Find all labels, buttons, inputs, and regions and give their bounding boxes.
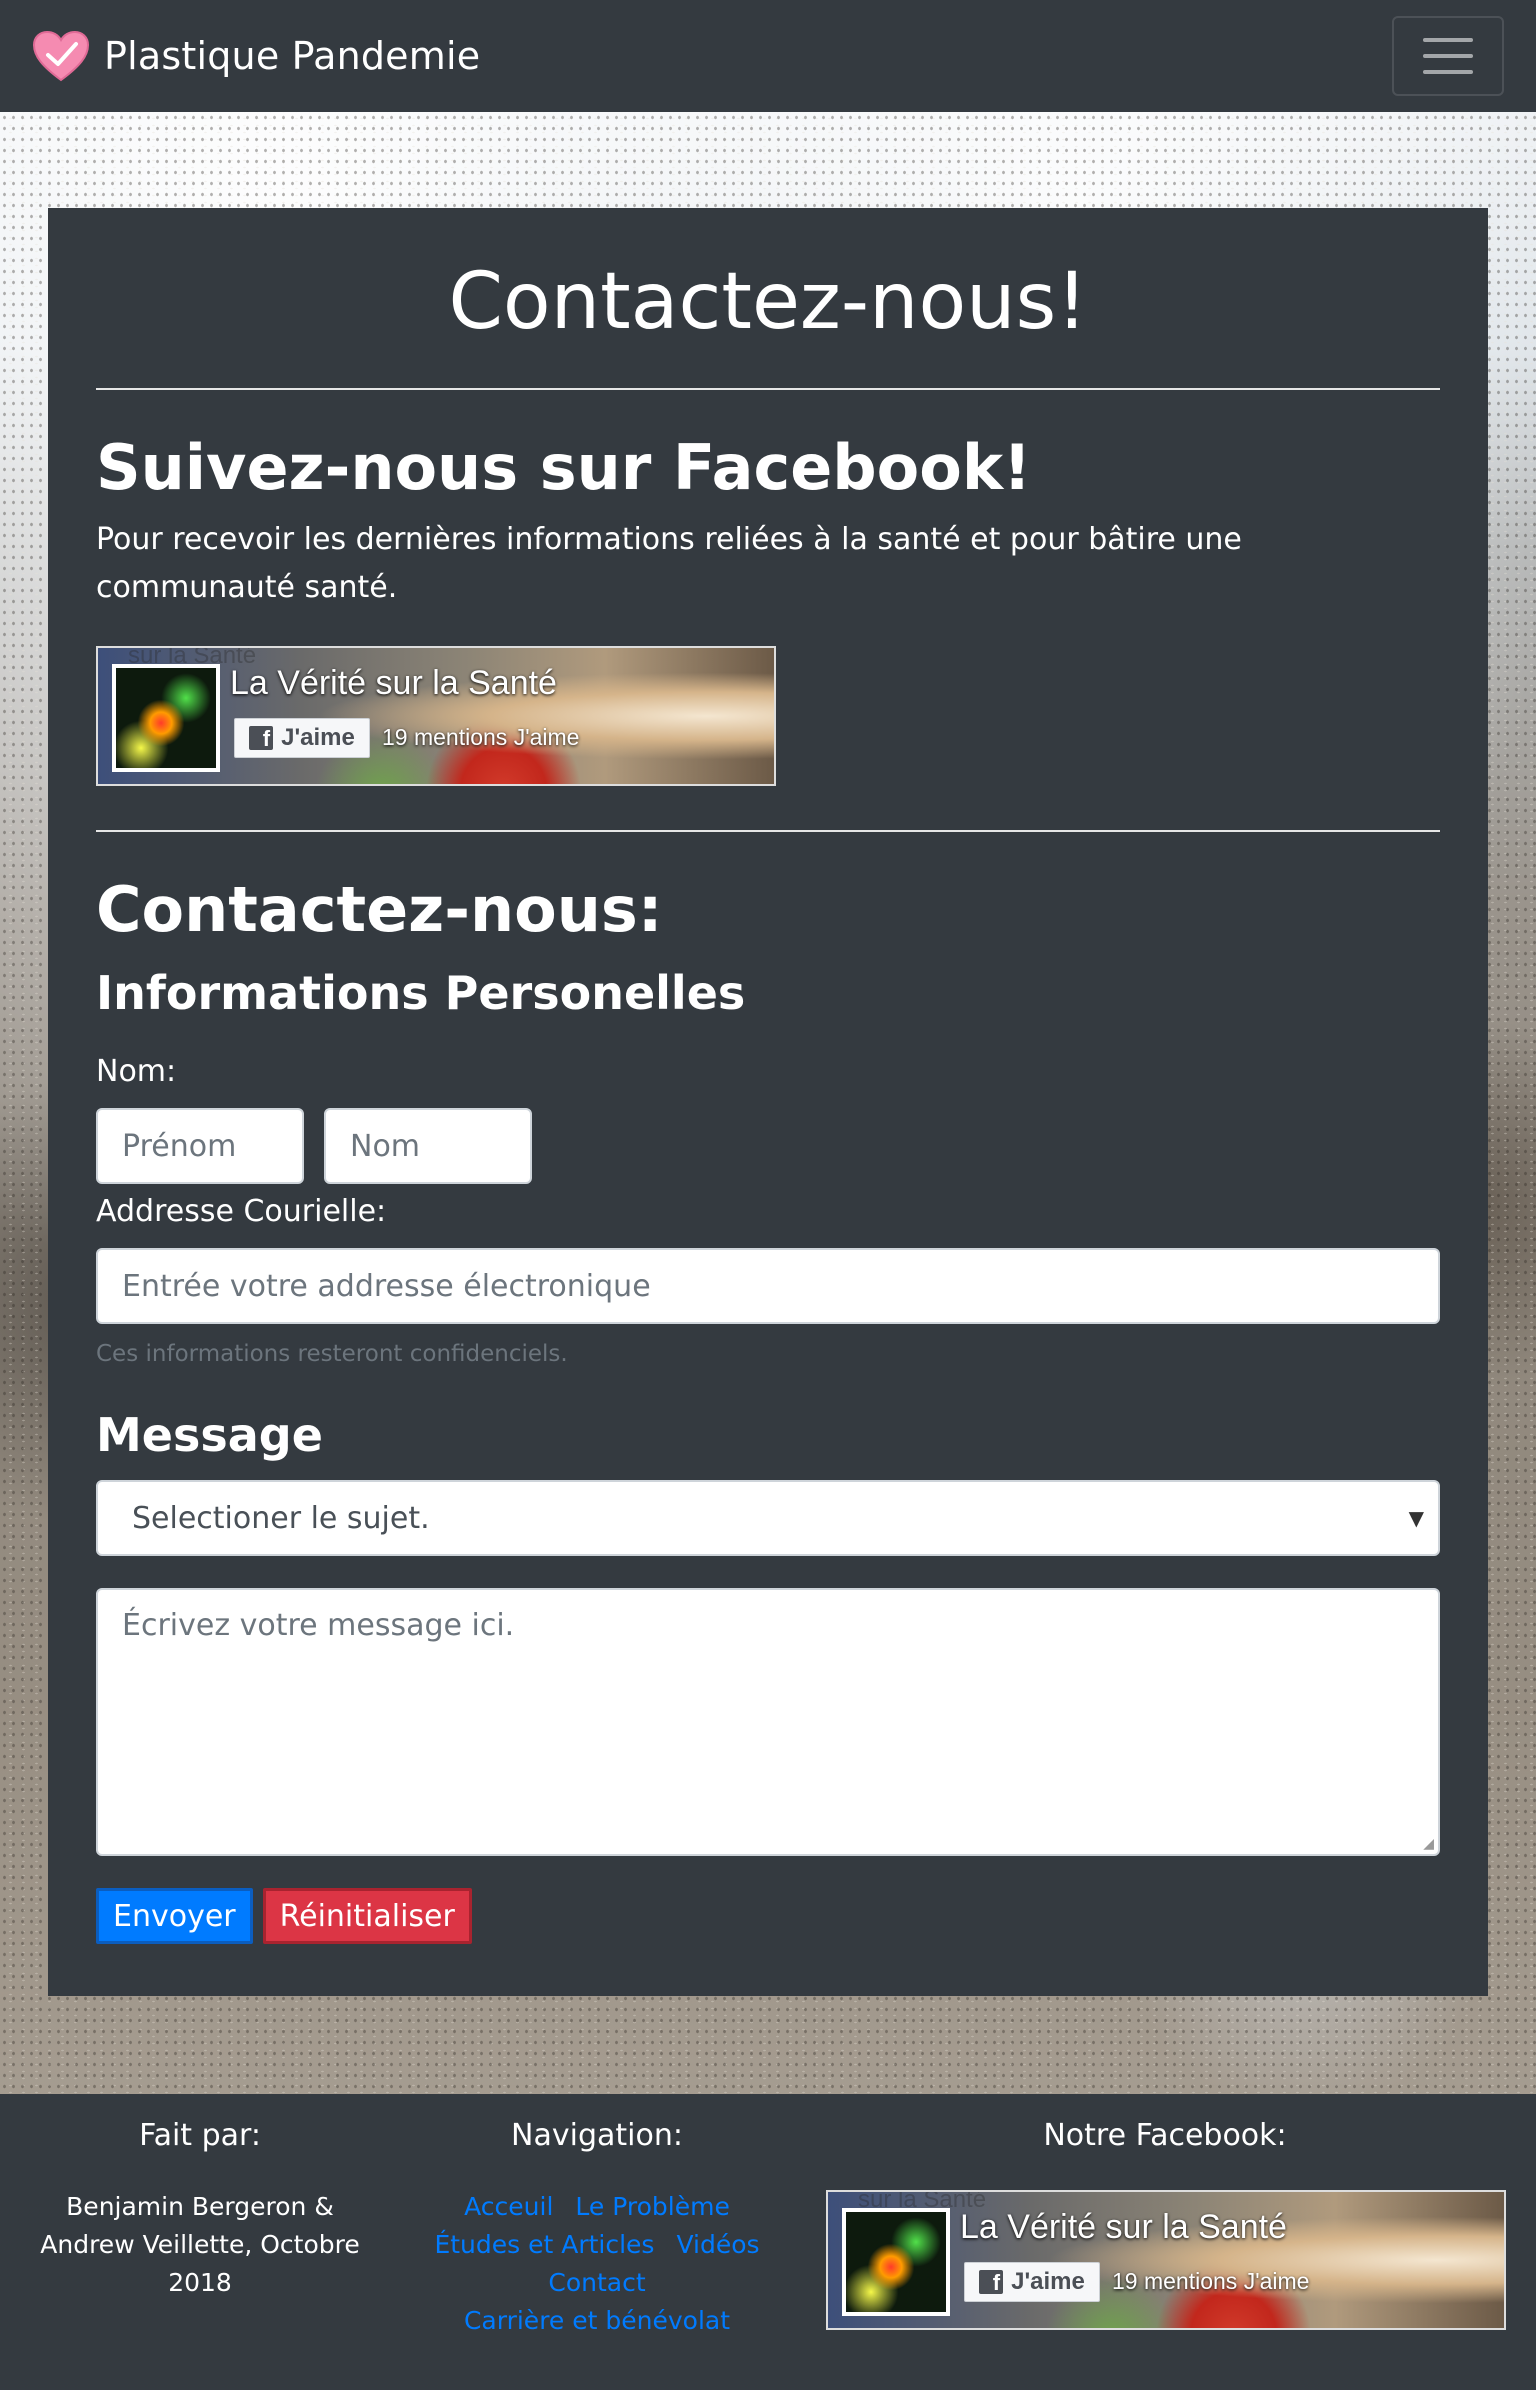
firstname-placeholder: Prénom [122, 1128, 237, 1164]
caret-down-icon: ▼ [1408, 1506, 1424, 1530]
form-buttons: Envoyer Réinitialiser [96, 1888, 1440, 1944]
like-label: J'aime [281, 724, 355, 751]
firstname-input[interactable]: Prénom [96, 1108, 304, 1184]
email-help-text: Ces informations resteront confidenciels… [96, 1341, 568, 1367]
footer-facebook-heading: Notre Facebook: [1043, 2118, 1287, 2153]
facebook-page-thumbnail[interactable] [112, 664, 220, 772]
footer-link-carriere[interactable]: Carrière et bénévolat [464, 2306, 730, 2335]
hamburger-icon [1423, 54, 1473, 58]
contact-card: Contactez-nous! Suivez-nous sur Facebook… [48, 208, 1488, 1996]
facebook-icon: f [249, 726, 274, 750]
submit-button[interactable]: Envoyer [96, 1888, 253, 1944]
lastname-input[interactable]: Nom [324, 1108, 532, 1184]
credits-text: Benjamin Bergeron & Andrew Veillette, Oc… [40, 2192, 360, 2297]
footer-credits-column: Fait par: Benjamin Bergeron & Andrew Vei… [0, 2094, 400, 2302]
facebook-description: Pour recevoir les dernières informations… [96, 522, 1242, 605]
facebook-page-thumbnail[interactable] [842, 2208, 950, 2316]
contact-heading: Contactez-nous: [96, 873, 663, 946]
page-title: Contactez-nous! [448, 257, 1088, 347]
likes-count: 19 mentions J'aime [1112, 2268, 1310, 2294]
facebook-heading: Suivez-nous sur Facebook! [96, 431, 1032, 504]
message-textarea[interactable]: Écrivez votre message ici. ◢ [96, 1588, 1440, 1856]
nav-heading: Navigation: [511, 2118, 683, 2153]
email-label: Addresse Courielle: [96, 1194, 387, 1229]
divider [96, 388, 1440, 390]
footer-link-etudes[interactable]: Études et Articles [434, 2230, 654, 2259]
brand[interactable]: Plastique Pandemie [32, 30, 480, 82]
email-placeholder: Entrée votre addresse électronique [122, 1268, 651, 1304]
menu-toggle-button[interactable] [1392, 16, 1504, 96]
facebook-like-button[interactable]: f J'aime [234, 718, 370, 758]
message-placeholder: Écrivez votre message ici. [122, 1608, 515, 1643]
name-label: Nom: [96, 1054, 177, 1089]
footer-nav-column: Navigation: Acceuil Le Problème Études et… [400, 2094, 794, 2340]
footer-facebook-widget[interactable]: sur la Santé La Vérité sur la Santé f J'… [826, 2190, 1506, 2330]
footer-link-accueil[interactable]: Acceuil [464, 2192, 553, 2221]
resize-handle-icon[interactable]: ◢ [1423, 1836, 1434, 1852]
facebook-page-widget[interactable]: sur la Santé La Vérité sur la Santé f J'… [96, 646, 776, 786]
email-input[interactable]: Entrée votre addresse électronique [96, 1248, 1440, 1324]
facebook-like-button[interactable]: f J'aime [964, 2262, 1100, 2302]
hamburger-icon [1423, 70, 1473, 74]
subject-selected: Selectioner le sujet. [132, 1500, 430, 1536]
footer-link-probleme[interactable]: Le Problème [575, 2192, 729, 2221]
footer-link-contact[interactable]: Contact [548, 2268, 645, 2297]
subject-select[interactable]: Selectioner le sujet. ▼ [96, 1480, 1440, 1556]
name-row: Prénom Nom [96, 1108, 1440, 1184]
likes-count: 19 mentions J'aime [382, 724, 580, 750]
personal-info-heading: Informations Personelles [96, 966, 746, 1020]
brand-name: Plastique Pandemie [104, 34, 481, 78]
heart-check-icon [32, 30, 90, 82]
like-label: J'aime [1011, 2268, 1085, 2295]
footer-facebook-column: Notre Facebook: sur la Santé La Vérité s… [794, 2094, 1536, 2330]
divider [96, 830, 1440, 832]
footer-nav: Acceuil Le Problème Études et Articles Vid… [400, 2188, 794, 2340]
hamburger-icon [1423, 38, 1473, 42]
made-by-heading: Fait par: [139, 2118, 261, 2153]
facebook-page-name[interactable]: La Vérité sur la Santé [230, 664, 557, 703]
facebook-icon: f [979, 2270, 1004, 2294]
facebook-page-name[interactable]: La Vérité sur la Santé [960, 2208, 1287, 2247]
message-heading: Message [96, 1408, 323, 1462]
footer-link-videos[interactable]: Vidéos [676, 2230, 759, 2259]
reset-button[interactable]: Réinitialiser [262, 1888, 472, 1944]
lastname-placeholder: Nom [350, 1128, 421, 1164]
navbar: Plastique Pandemie [0, 0, 1536, 112]
footer: Fait par: Benjamin Bergeron & Andrew Vei… [0, 2094, 1536, 2390]
